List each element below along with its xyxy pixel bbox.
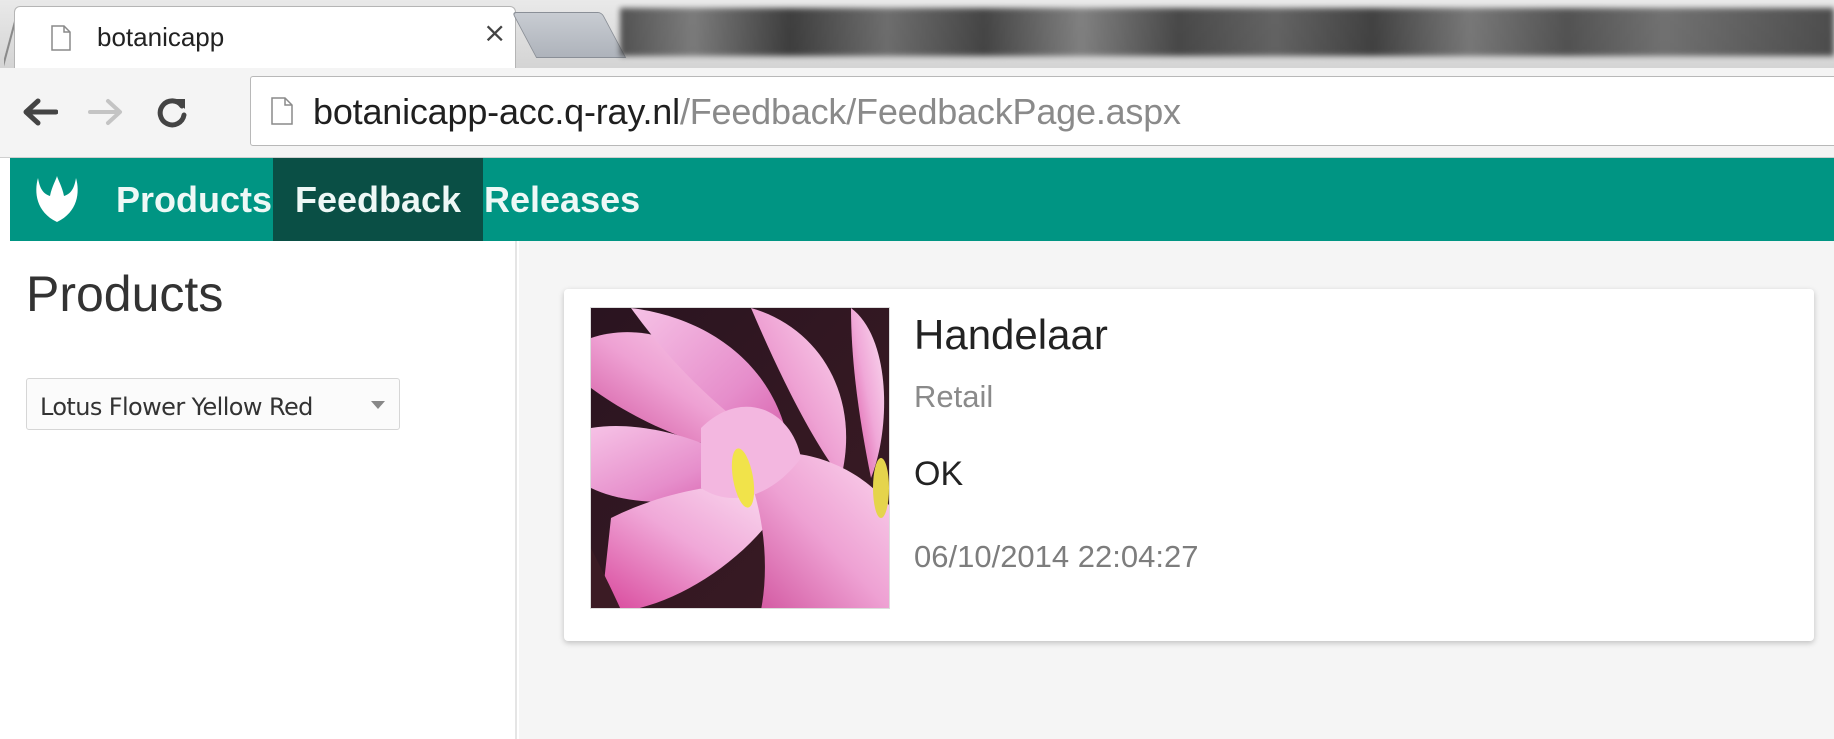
nav-feedback[interactable]: Feedback	[273, 158, 484, 241]
reviewer-name: Handelaar	[914, 311, 1108, 358]
sidebar-heading: Products	[26, 266, 224, 322]
new-tab-button[interactable]	[511, 12, 627, 58]
back-arrow-icon	[23, 98, 58, 126]
forward-button[interactable]	[84, 90, 128, 134]
app-navbar: Products Feedback Releases	[10, 158, 1834, 241]
back-button[interactable]	[18, 90, 62, 134]
browser-tab-strip: botanicapp ×	[0, 0, 1834, 68]
url-text[interactable]: botanicapp-acc.q-ray.nl/Feedback/Feedbac…	[313, 91, 1181, 133]
address-bar[interactable]: botanicapp-acc.q-ray.nl/Feedback/Feedbac…	[250, 76, 1834, 146]
product-select[interactable]: Lotus Flower Yellow Red	[26, 378, 400, 430]
close-icon[interactable]: ×	[483, 19, 506, 47]
feedback-date: 06/10/2014 22:04:27	[914, 539, 1199, 574]
feedback-text: OK	[914, 455, 964, 493]
main-content: Handelaar Retail OK 06/10/2014 22:04:27	[519, 241, 1834, 739]
reload-button[interactable]	[150, 90, 194, 134]
nav-products[interactable]: Products	[94, 158, 294, 241]
tulip-logo-icon[interactable]	[30, 172, 84, 226]
reload-icon	[157, 98, 187, 128]
url-host: botanicapp-acc.q-ray.nl	[313, 91, 680, 132]
product-select-value: Lotus Flower Yellow Red	[40, 393, 313, 421]
feedback-card: Handelaar Retail OK 06/10/2014 22:04:27	[564, 289, 1814, 641]
url-path: /Feedback/FeedbackPage.aspx	[679, 91, 1181, 132]
nav-releases[interactable]: Releases	[462, 158, 662, 241]
page-icon	[51, 25, 71, 51]
sidebar: Products Lotus Flower Yellow Red	[10, 241, 517, 739]
chevron-down-icon	[371, 401, 385, 409]
browser-toolbar: botanicapp-acc.q-ray.nl/Feedback/Feedbac…	[0, 68, 1834, 158]
browser-tab-active[interactable]: botanicapp ×	[14, 6, 516, 68]
reviewer-role: Retail	[914, 379, 994, 414]
forward-arrow-icon	[88, 99, 122, 125]
lotus-flower-photo	[590, 307, 890, 609]
tab-title: botanicapp	[97, 22, 225, 52]
blurred-area	[620, 8, 1834, 56]
page-icon	[271, 97, 293, 125]
